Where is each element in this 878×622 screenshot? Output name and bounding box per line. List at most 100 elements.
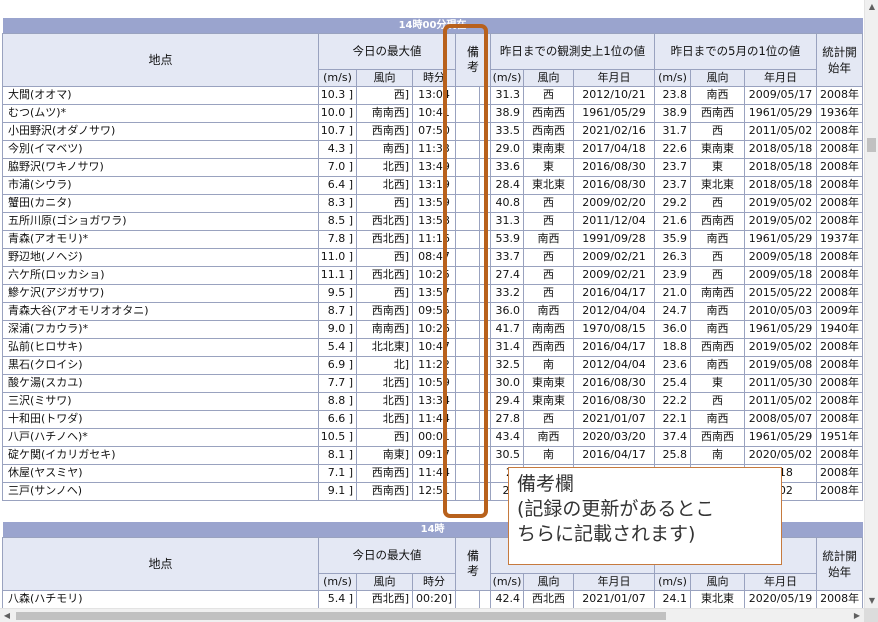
stats-start-year: 1940年 bbox=[816, 319, 863, 339]
stats-start-year: 2008年 bbox=[815, 589, 864, 608]
month-direction: 東北東 bbox=[690, 589, 745, 608]
page-viewport: 14時00分現在 地点 今日の最大値 備考 昨日までの観測史上1位の値 昨日まで… bbox=[0, 0, 864, 608]
vertical-scrollbar[interactable]: ▲ ▼ bbox=[864, 0, 878, 608]
record-speed: 31.3 bbox=[490, 85, 524, 105]
record-direction: 東 bbox=[523, 157, 574, 177]
month-date: 2011/05/02 bbox=[744, 121, 817, 141]
month-direction: 南 bbox=[690, 445, 745, 465]
month-direction: 南西 bbox=[690, 409, 745, 429]
stats-start-year: 2008年 bbox=[816, 445, 863, 465]
record-speed: 36.0 bbox=[490, 301, 524, 321]
max-direction: 北西] bbox=[356, 409, 413, 429]
station-name: 青森(アオモリ)* bbox=[2, 229, 319, 249]
header-month-direction-2: 風向 bbox=[690, 572, 745, 591]
record-speed: 41.7 bbox=[490, 319, 524, 339]
month-direction: 西南西 bbox=[690, 103, 745, 123]
max-direction: 西北西] bbox=[356, 229, 413, 249]
record-direction: 西 bbox=[523, 211, 574, 231]
max-direction: 西南西] bbox=[356, 121, 413, 141]
stats-start-year: 2008年 bbox=[816, 373, 863, 393]
max-speed: 4.3 ] bbox=[318, 139, 357, 159]
max-direction: 南東] bbox=[356, 445, 413, 465]
month-direction: 南西 bbox=[690, 355, 745, 375]
record-date: 2009/02/20 bbox=[573, 193, 655, 213]
month-speed: 29.2 bbox=[654, 193, 691, 213]
month-direction: 西 bbox=[690, 247, 745, 267]
note-cell bbox=[455, 589, 480, 608]
scroll-up-icon[interactable]: ▲ bbox=[865, 0, 878, 14]
station-rows-2: 八森(ハチモリ) 5.4 ] 西北西] 00:20] 42.4 西北西 2021/01/07… bbox=[2, 589, 864, 608]
max-speed: 8.3 ] bbox=[318, 193, 357, 213]
month-date: 2008/05/07 bbox=[744, 409, 817, 429]
max-direction: 西北西] bbox=[356, 589, 413, 608]
month-date: 1961/05/29 bbox=[744, 229, 817, 249]
table-row: 青森(アオモリ)* 7.8 ] 西北西] 11:16 53.9 南西 1991/09/28 3… bbox=[2, 229, 863, 249]
scroll-right-icon[interactable]: ▶ bbox=[850, 609, 864, 622]
station-name: 酸ケ湯(スカユ) bbox=[2, 373, 319, 393]
table-row: 小田野沢(オダノサワ) 10.7 ] 西南西] 07:50 33.5 西南西 2021/02… bbox=[2, 121, 863, 141]
table-row: 三沢(ミサワ) 8.8 ] 北西] 13:34 29.4 東南東 2016/08/30 22.… bbox=[2, 391, 863, 411]
header-stats-start: 統計開始年 bbox=[816, 32, 863, 87]
month-date: 2009/05/18 bbox=[744, 247, 817, 267]
month-speed: 36.0 bbox=[654, 319, 691, 339]
month-speed: 21.6 bbox=[654, 211, 691, 231]
record-date: 1961/05/29 bbox=[573, 103, 655, 123]
note-callout: 備考欄 (記録の更新があるとこ ちらに記載されます) bbox=[508, 467, 782, 565]
record-date: 2012/04/04 bbox=[573, 301, 655, 321]
max-speed: 7.1 ] bbox=[318, 463, 357, 483]
horizontal-scrollbar[interactable]: ◀ ▶ bbox=[0, 608, 864, 622]
month-speed: 23.8 bbox=[654, 85, 691, 105]
record-date: 2016/08/30 bbox=[573, 175, 655, 195]
month-date: 2019/05/02 bbox=[744, 193, 817, 213]
month-date: 2020/05/19 bbox=[744, 589, 817, 608]
max-speed: 9.5 ] bbox=[318, 283, 357, 303]
station-name: 蟹田(カニタ) bbox=[2, 193, 319, 213]
month-speed: 23.7 bbox=[654, 157, 691, 177]
stats-start-year: 2008年 bbox=[816, 247, 863, 267]
month-direction: 南西 bbox=[690, 85, 745, 105]
max-direction: 北西] bbox=[356, 157, 413, 177]
vertical-scroll-thumb[interactable] bbox=[867, 138, 876, 152]
record-date: 2020/03/20 bbox=[573, 427, 655, 447]
record-speed: 40.8 bbox=[490, 193, 524, 213]
station-name: 三戸(サンノヘ) bbox=[2, 481, 319, 501]
scroll-down-icon[interactable]: ▼ bbox=[865, 594, 878, 608]
header-today-max: 今日の最大値 bbox=[318, 32, 456, 70]
max-speed: 8.1 ] bbox=[318, 445, 357, 465]
max-speed: 6.4 ] bbox=[318, 175, 357, 195]
table-row: 蟹田(カニタ) 8.3 ] 西] 13:59 40.8 西 2009/02/20 29.2 西 2… bbox=[2, 193, 863, 213]
month-date: 2019/05/02 bbox=[744, 211, 817, 231]
record-date: 2016/04/17 bbox=[573, 337, 655, 357]
stats-start-year: 1937年 bbox=[816, 229, 863, 249]
month-date: 2019/05/02 bbox=[744, 337, 817, 357]
month-speed: 25.8 bbox=[654, 445, 691, 465]
record-date: 1991/09/28 bbox=[573, 229, 655, 249]
station-name: 野辺地(ノヘジ) bbox=[2, 247, 319, 267]
max-direction: 北西] bbox=[356, 175, 413, 195]
stats-start-year: 2008年 bbox=[816, 121, 863, 141]
record-date: 2016/04/17 bbox=[573, 283, 655, 303]
record-date: 2009/02/21 bbox=[573, 247, 655, 267]
max-speed: 7.7 ] bbox=[318, 373, 357, 393]
station-name: 今別(イマベツ) bbox=[2, 139, 319, 159]
max-time: 00:20] bbox=[412, 589, 456, 608]
station-name: 碇ケ関(イカリガセキ) bbox=[2, 445, 319, 465]
table-row: 今別(イマベツ) 4.3 ] 南西] 11:33 29.0 東南東 2017/04/18 22… bbox=[2, 139, 863, 159]
month-direction: 南西 bbox=[690, 229, 745, 249]
header-record-all-time: 昨日までの観測史上1位の値 bbox=[490, 32, 655, 70]
month-speed: 22.2 bbox=[654, 391, 691, 411]
max-direction: 北北東] bbox=[356, 337, 413, 357]
stats-start-year: 2008年 bbox=[816, 481, 863, 501]
max-direction: 北西] bbox=[356, 391, 413, 411]
stats-start-year: 2008年 bbox=[816, 85, 863, 105]
table-row: 深浦(フカウラ)* 9.0 ] 南南西] 10:26 41.7 南南西 1970/08/15… bbox=[2, 319, 863, 339]
station-name: 青森大谷(アオモリオオタニ) bbox=[2, 301, 319, 321]
table-row: 八戸(ハチノヘ)* 10.5 ] 西] 00:01 43.4 南西 2020/03/20 37… bbox=[2, 427, 863, 447]
scroll-left-icon[interactable]: ◀ bbox=[0, 609, 14, 622]
record-date: 2016/08/30 bbox=[573, 157, 655, 177]
table-row: 十和田(トワダ) 6.6 ] 北西] 11:44 27.8 西 2021/01/07 22.1… bbox=[2, 409, 863, 429]
station-name: 六ケ所(ロッカショ) bbox=[2, 265, 319, 285]
max-speed: 5.4 ] bbox=[318, 589, 357, 608]
horizontal-scroll-thumb[interactable] bbox=[16, 612, 666, 620]
table-row: 大間(オオマ) 10.3 ] 西] 13:04 31.3 西 2012/10/21 23.8 南… bbox=[2, 85, 863, 105]
